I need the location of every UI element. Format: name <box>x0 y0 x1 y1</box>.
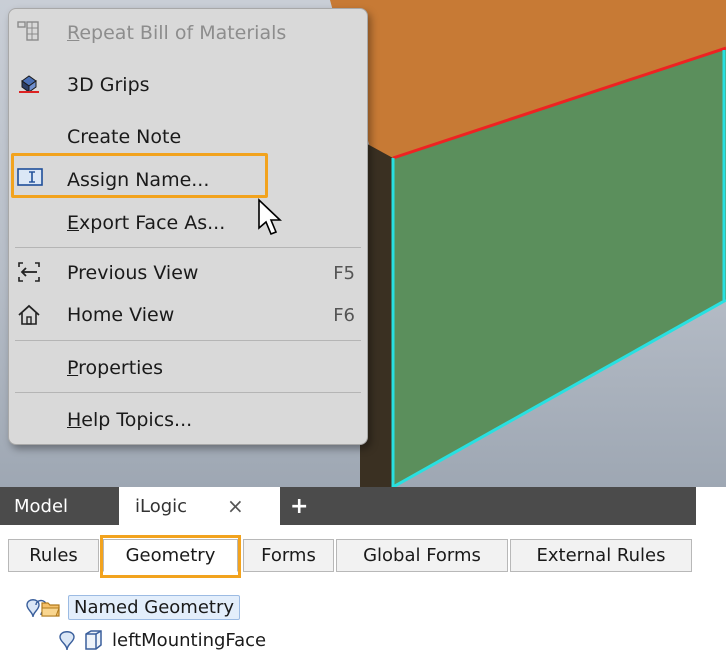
menu-item-previous-view[interactable]: Previous View F5 <box>9 252 367 294</box>
tab-geometry[interactable]: Geometry <box>103 539 238 572</box>
menu-item-label: Help Topics... <box>67 409 193 431</box>
tree-root[interactable]: Named Geometry <box>24 592 241 622</box>
tab-global-forms[interactable]: Global Forms <box>336 539 508 572</box>
bill-of-materials-icon <box>17 21 43 45</box>
menu-item-create-note[interactable]: Create Note <box>9 116 367 158</box>
shortcut-label: F6 <box>333 304 355 326</box>
menu-item-properties[interactable]: Properties <box>9 347 367 389</box>
face-icon <box>85 630 102 650</box>
tab-ilogic[interactable]: iLogic × <box>119 487 280 525</box>
menu-item-label: Properties <box>67 357 164 379</box>
menu-item-label: Export Face As... <box>67 212 226 234</box>
add-tab-button[interactable]: + <box>290 487 308 525</box>
menu-item-home-view[interactable]: Home View F6 <box>9 294 367 336</box>
3d-grips-icon <box>17 73 43 97</box>
menu-separator <box>15 247 361 248</box>
menu-item-export-face[interactable]: Export Face As... <box>9 202 367 244</box>
tab-external-rules[interactable]: External Rules <box>510 539 692 572</box>
mouse-cursor-icon <box>258 198 282 236</box>
3d-viewport[interactable]: Repeat Bill of Materials 3D Grips Create… <box>0 0 726 487</box>
menu-item-label: Previous View <box>67 262 199 284</box>
assign-name-icon <box>17 168 43 192</box>
shortcut-label: F5 <box>333 262 355 284</box>
menu-item-repeat-bom[interactable]: Repeat Bill of Materials <box>9 12 367 54</box>
context-menu: Repeat Bill of Materials 3D Grips Create… <box>8 8 368 445</box>
menu-item-label: 3D Grips <box>67 74 150 96</box>
home-icon <box>17 303 43 327</box>
menu-separator <box>15 392 361 393</box>
menu-item-3d-grips[interactable]: 3D Grips <box>9 64 367 106</box>
tab-forms[interactable]: Forms <box>243 539 334 572</box>
menu-item-label: Home View <box>67 304 175 326</box>
menu-item-label: Assign Name... <box>67 169 210 191</box>
named-geometry-icon <box>26 599 60 618</box>
document-tab-bar: Model iLogic × + <box>0 487 696 525</box>
menu-item-assign-name[interactable]: Assign Name... <box>9 159 367 201</box>
menu-item-help-topics[interactable]: Help Topics... <box>9 399 367 441</box>
ilogic-tab-bar: Rules Geometry Forms Global Forms Extern… <box>0 525 726 579</box>
menu-item-label: Repeat Bill of Materials <box>67 22 287 44</box>
tab-model[interactable]: Model <box>14 487 68 525</box>
previous-view-icon <box>17 261 43 285</box>
tree-item-label: leftMountingFace <box>112 629 267 651</box>
close-icon[interactable]: × <box>227 494 244 518</box>
tab-label: iLogic <box>135 495 188 517</box>
tree-item[interactable]: leftMountingFace <box>58 625 266 655</box>
menu-item-label: Create Note <box>67 126 182 148</box>
tree-root-label: Named Geometry <box>68 594 241 620</box>
location-pin-icon <box>59 631 75 651</box>
menu-separator <box>15 340 361 341</box>
tab-rules[interactable]: Rules <box>8 539 99 572</box>
tab-label: Model <box>14 495 69 517</box>
